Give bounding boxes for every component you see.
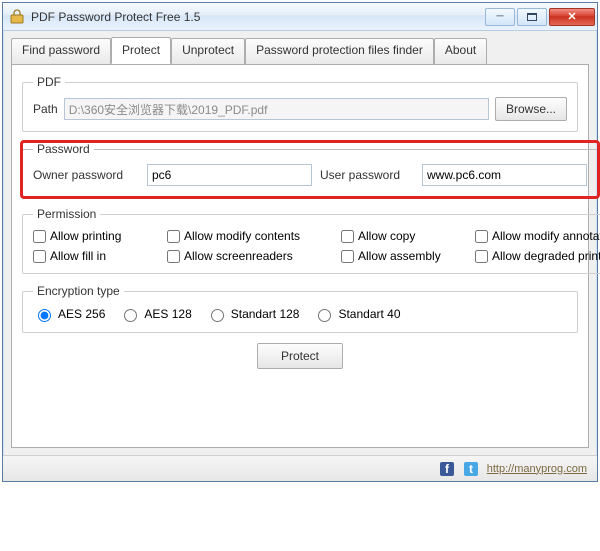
minimize-button[interactable]: ─ bbox=[485, 8, 515, 26]
radio-aes128[interactable]: AES 128 bbox=[119, 306, 191, 322]
app-window: PDF Password Protect Free 1.5 ─ ✕ Find p… bbox=[2, 2, 598, 482]
tab-find-password[interactable]: Find password bbox=[11, 38, 111, 65]
browse-button[interactable]: Browse... bbox=[495, 97, 567, 121]
tab-finder[interactable]: Password protection files finder bbox=[245, 38, 434, 65]
check-allow-fill-in[interactable]: Allow fill in bbox=[33, 249, 163, 263]
group-pdf: PDF Path Browse... bbox=[22, 75, 578, 132]
client-area: Find password Protect Unprotect Password… bbox=[3, 31, 597, 452]
maximize-button[interactable] bbox=[517, 8, 547, 26]
check-allow-copy[interactable]: Allow copy bbox=[341, 229, 471, 243]
radio-std40[interactable]: Standart 40 bbox=[313, 306, 400, 322]
check-allow-degraded-printing[interactable]: Allow degraded printing bbox=[475, 249, 600, 263]
user-password-input[interactable] bbox=[422, 164, 587, 186]
check-allow-printing[interactable]: Allow printing bbox=[33, 229, 163, 243]
group-permission-legend: Permission bbox=[33, 207, 100, 221]
group-pdf-legend: PDF bbox=[33, 75, 65, 89]
tab-pane-protect: PDF Path Browse... Password Owner passwo… bbox=[11, 64, 589, 448]
check-allow-modify-annotations[interactable]: Allow modify annotations bbox=[475, 229, 600, 243]
check-allow-assembly[interactable]: Allow assembly bbox=[341, 249, 471, 263]
facebook-icon[interactable]: f bbox=[439, 461, 455, 477]
homepage-link[interactable]: http://manyprog.com bbox=[487, 463, 587, 475]
user-password-label: User password bbox=[320, 168, 414, 182]
check-allow-modify-contents[interactable]: Allow modify contents bbox=[167, 229, 337, 243]
check-allow-screenreaders[interactable]: Allow screenreaders bbox=[167, 249, 337, 263]
tab-about[interactable]: About bbox=[434, 38, 487, 65]
status-bar: f t http://manyprog.com bbox=[3, 455, 597, 481]
group-encryption: Encryption type AES 256 AES 128 Standart… bbox=[22, 284, 578, 333]
group-password: Password Owner password User password bbox=[22, 142, 598, 197]
protect-button[interactable]: Protect bbox=[257, 343, 343, 369]
group-encryption-legend: Encryption type bbox=[33, 284, 124, 298]
group-password-legend: Password bbox=[33, 142, 94, 156]
svg-text:t: t bbox=[469, 462, 473, 476]
radio-std128[interactable]: Standart 128 bbox=[206, 306, 300, 322]
group-permission: Permission Allow printing Allow modify c… bbox=[22, 207, 600, 274]
app-icon bbox=[9, 9, 25, 25]
close-button[interactable]: ✕ bbox=[549, 8, 595, 26]
window-buttons: ─ ✕ bbox=[485, 8, 595, 26]
tab-unprotect[interactable]: Unprotect bbox=[171, 38, 245, 65]
window-title: PDF Password Protect Free 1.5 bbox=[31, 10, 485, 24]
owner-password-label: Owner password bbox=[33, 168, 139, 182]
path-input[interactable] bbox=[64, 98, 489, 120]
owner-password-input[interactable] bbox=[147, 164, 312, 186]
titlebar: PDF Password Protect Free 1.5 ─ ✕ bbox=[3, 3, 597, 31]
tab-protect[interactable]: Protect bbox=[111, 37, 171, 64]
path-label: Path bbox=[33, 102, 58, 116]
radio-aes256[interactable]: AES 256 bbox=[33, 306, 105, 322]
twitter-icon[interactable]: t bbox=[463, 461, 479, 477]
tab-bar: Find password Protect Unprotect Password… bbox=[11, 37, 589, 65]
